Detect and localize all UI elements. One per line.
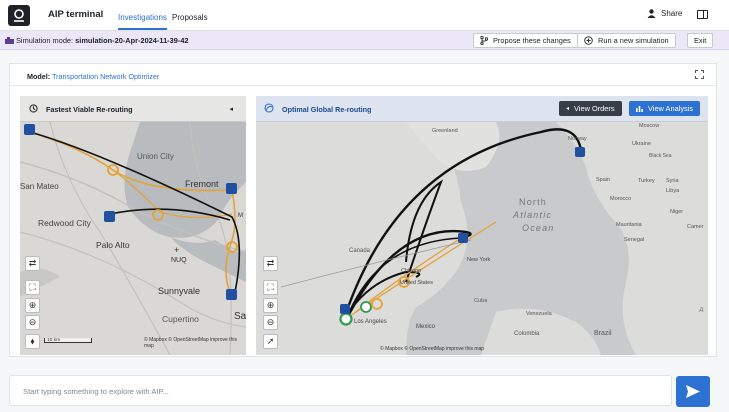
label-sunnyvale: Sunnyvale	[158, 286, 200, 296]
svg-text:Senegal: Senegal	[624, 237, 644, 243]
simulation-label: Simulation mode: simulation-20-Apr-2024-…	[16, 36, 189, 45]
view-analysis-button[interactable]: View Analysis	[629, 101, 701, 116]
label-union-city: Union City	[137, 152, 174, 161]
svg-text:Spain: Spain	[596, 177, 610, 183]
model-card: Model: Transportation Network Optimizer …	[9, 63, 717, 357]
share-label: Share	[661, 9, 683, 18]
left-map-title: Fastest Viable Re-routing	[46, 105, 133, 114]
bay-area-map: Union City San Mateo Fremont Redwood Cit…	[20, 122, 246, 355]
zoom-in-button[interactable]: ⊕	[25, 298, 40, 313]
fit-bounds-button[interactable]: ⛶	[263, 280, 278, 295]
svg-text:Moscow: Moscow	[639, 123, 659, 129]
svg-text:Colombia: Colombia	[514, 331, 540, 337]
svg-text:Atlantic: Atlantic	[512, 210, 552, 220]
propose-changes-button[interactable]: Propose these changes	[473, 33, 578, 48]
share-button[interactable]: Share	[647, 9, 682, 18]
tab-investigations[interactable]: Investigations	[118, 13, 167, 22]
bar-chart-icon	[636, 106, 643, 112]
exit-button[interactable]: Exit	[687, 33, 714, 48]
right-map-title: Optimal Global Re-routing	[282, 105, 372, 114]
model-name[interactable]: Transportation Network Optimizer	[52, 72, 159, 81]
fit-bounds-button[interactable]: ⛶	[25, 280, 40, 295]
svg-text:Brazil: Brazil	[594, 330, 612, 337]
svg-text:Greenland: Greenland	[432, 128, 458, 134]
fastest-rerouting-map[interactable]: Fastest Viable Re-routing ◂ Union City S…	[20, 96, 246, 355]
globe-route-icon	[264, 103, 274, 113]
label-fremont: Fremont	[185, 179, 219, 189]
run-simulation-button[interactable]: Run a new simulation	[577, 33, 676, 48]
svg-text:Syria: Syria	[666, 178, 679, 184]
svg-text:+: +	[174, 245, 179, 255]
world-map: Greenland Norway Moscow Ukraine Black Se…	[256, 122, 708, 355]
send-button[interactable]	[676, 376, 710, 407]
svg-text:Los Angeles: Los Angeles	[354, 319, 387, 325]
active-tab-indicator	[118, 28, 167, 30]
model-label: Model: Transportation Network Optimizer	[27, 72, 160, 81]
global-rerouting-map[interactable]: Optimal Global Re-routing ◂ View Orders …	[256, 96, 708, 355]
fullscreen-icon[interactable]	[695, 70, 704, 79]
left-map-attribution[interactable]: © Mapbox © OpenStreetMap improve this ma…	[144, 337, 244, 349]
send-icon	[686, 385, 700, 398]
label-m: M	[238, 213, 243, 219]
side-panel-icon[interactable]	[697, 10, 708, 19]
svg-text:Niger: Niger	[670, 209, 683, 215]
svg-text:Turkey: Turkey	[638, 178, 655, 184]
simulation-icon	[5, 37, 14, 44]
svg-text:New York: New York	[467, 257, 490, 263]
svg-text:Cuba: Cuba	[474, 298, 488, 304]
left-map-header: Fastest Viable Re-routing ◂	[20, 96, 246, 122]
svg-text:A: A	[698, 307, 704, 314]
app-title: AIP terminal	[48, 9, 104, 20]
prompt-placeholder: Start typing something to explore with A…	[23, 387, 169, 396]
svg-text:North: North	[519, 197, 547, 207]
map-layers-button[interactable]: ⇄	[263, 256, 278, 271]
svg-text:Mauritania: Mauritania	[616, 222, 643, 228]
svg-text:Morocco: Morocco	[610, 196, 631, 202]
model-header: Model: Transportation Network Optimizer	[10, 64, 716, 86]
label-san-mateo: San Mateo	[20, 182, 59, 191]
label-cupertino: Cupertino	[162, 314, 199, 324]
view-orders-button[interactable]: ◂ View Orders	[559, 101, 622, 116]
svg-text:Mexico: Mexico	[416, 324, 436, 330]
person-icon	[647, 9, 656, 18]
history-icon	[29, 104, 38, 113]
label-palo-alto: Palo Alto	[96, 240, 130, 250]
svg-text:Chicago: Chicago	[401, 268, 421, 274]
branch-icon	[480, 36, 488, 45]
svg-text:Libya: Libya	[666, 188, 680, 194]
label-nuq: NUQ	[171, 257, 187, 264]
svg-text:Camer: Camer	[687, 224, 704, 230]
north-arrow-icon[interactable]: ⬧	[25, 334, 40, 349]
svg-text:Norway: Norway	[568, 136, 587, 142]
svg-text:United States: United States	[400, 280, 433, 286]
aip-logo-icon[interactable]	[8, 5, 30, 26]
zoom-out-button[interactable]: ⊖	[25, 315, 40, 330]
label-redwood-city: Redwood City	[38, 218, 92, 228]
zoom-in-button[interactable]: ⊕	[263, 298, 278, 313]
svg-text:Venezuela: Venezuela	[526, 311, 553, 317]
add-circle-icon	[584, 36, 593, 45]
top-bar: AIP terminal Investigations Proposals Sh…	[0, 0, 729, 31]
tab-proposals[interactable]: Proposals	[172, 13, 208, 22]
label-sa: Sa	[234, 311, 246, 322]
aip-prompt-input[interactable]: Start typing something to explore with A…	[9, 375, 672, 406]
map-layers-button[interactable]: ⇄	[25, 256, 40, 271]
collapse-caret-icon[interactable]: ◂	[229, 105, 233, 113]
svg-text:Ocean: Ocean	[522, 223, 555, 233]
simulation-banner: Simulation mode: simulation-20-Apr-2024-…	[0, 31, 729, 50]
svg-text:Canada: Canada	[349, 248, 371, 254]
scale-bar: 10 km	[44, 338, 92, 343]
simulation-name: simulation-20-Apr-2024-11-39-42	[75, 36, 189, 45]
right-map-attribution[interactable]: © Mapbox © OpenStreetMap improve this ma…	[380, 346, 510, 352]
svg-text:Ukraine: Ukraine	[632, 141, 651, 147]
caret-left-icon: ◂	[566, 106, 570, 112]
zoom-out-button[interactable]: ⊖	[263, 315, 278, 330]
right-map-header: Optimal Global Re-routing ◂ View Orders …	[256, 96, 708, 122]
svg-text:Black Sea: Black Sea	[649, 153, 672, 159]
select-pointer-icon[interactable]: ➚	[263, 334, 278, 349]
